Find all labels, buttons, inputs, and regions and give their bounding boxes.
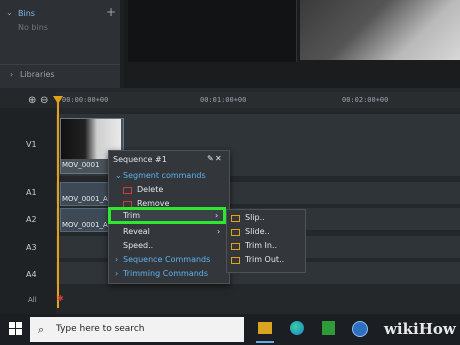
track-a3[interactable]: A3 xyxy=(26,243,37,252)
program-viewer xyxy=(300,0,460,60)
submenu-item-trim-in[interactable]: Trim In.. xyxy=(245,241,277,250)
zoom-in-icon[interactable]: ⊕ xyxy=(28,95,36,106)
divider xyxy=(0,64,120,65)
track-headers: V1 A1 A2 A3 A4 All xyxy=(0,108,56,314)
segment-commands-header[interactable]: Segment commands xyxy=(123,171,206,180)
marker-icon: ✱ xyxy=(57,294,64,303)
playhead[interactable] xyxy=(57,98,59,308)
chevron-right-icon[interactable]: › xyxy=(10,70,13,79)
menu-title: Sequence #1 xyxy=(113,155,167,164)
submenu-item-slip[interactable]: Slip.. xyxy=(245,213,265,222)
clip-label: MOV_0001 xyxy=(62,161,100,169)
track-v1[interactable]: V1 xyxy=(26,140,37,149)
menu-item-trim[interactable]: Trim › xyxy=(108,207,226,224)
audio-clip-a2[interactable]: MOV_0001_A xyxy=(60,208,110,232)
track-a4[interactable]: A4 xyxy=(26,270,37,279)
bins-label[interactable]: Bins xyxy=(18,9,35,18)
timecode-1: 00:01:00+00 xyxy=(200,96,247,104)
chevron-right-icon: › xyxy=(215,211,219,220)
zoom-out-icon[interactable]: ⊖ xyxy=(40,95,48,106)
search-placeholder: Type here to search xyxy=(56,324,145,334)
audio-clip-a1[interactable]: MOV_0001_A xyxy=(60,182,110,206)
trim-in-icon xyxy=(231,243,240,250)
libraries-label[interactable]: Libraries xyxy=(20,70,55,79)
menu-item-delete[interactable]: Delete xyxy=(137,185,163,194)
no-bins-text: No bins xyxy=(18,23,48,32)
trim-submenu: Slip.. Slide.. Trim In.. Trim Out.. xyxy=(226,209,306,273)
submenu-item-trim-out[interactable]: Trim Out.. xyxy=(245,255,284,264)
trim-out-icon xyxy=(231,257,240,264)
chevron-right-icon[interactable]: › xyxy=(115,255,118,264)
clip-label-a1: MOV_0001_A xyxy=(62,195,108,203)
timecode-0: 00:00:00+00 xyxy=(62,96,109,104)
menu-item-reveal[interactable]: Reveal xyxy=(123,227,150,236)
menu-item-trim-label: Trim xyxy=(123,211,141,220)
sequence-commands-header[interactable]: Sequence Commands xyxy=(123,255,210,264)
submenu-item-slide[interactable]: Slide.. xyxy=(245,227,270,236)
bins-panel: ⌄ Bins + No bins › Libraries xyxy=(0,0,120,88)
slide-icon xyxy=(231,229,240,236)
taskbar-search[interactable]: ⌕ Type here to search xyxy=(30,317,244,342)
active-indicator xyxy=(256,341,274,343)
slip-icon xyxy=(231,215,240,222)
sheets-icon[interactable] xyxy=(322,321,335,335)
chevron-down-icon[interactable]: ⌄ xyxy=(6,8,13,17)
wikihow-watermark: wikiHow xyxy=(384,320,456,338)
pin-icon[interactable]: ✎ xyxy=(207,154,214,163)
menu-item-speed[interactable]: Speed.. xyxy=(123,241,153,250)
search-icon: ⌕ xyxy=(38,323,45,336)
delete-icon xyxy=(123,187,132,194)
source-viewer xyxy=(128,0,297,62)
edge-icon[interactable] xyxy=(290,321,304,335)
timecode-2: 00:02:00+00 xyxy=(342,96,389,104)
timecode-ruler[interactable]: 00:00:00+00 00:01:00+00 00:02:00+00 xyxy=(56,92,460,108)
add-bin-icon[interactable]: + xyxy=(106,5,116,19)
track-all[interactable]: All xyxy=(28,296,37,304)
app-icon[interactable] xyxy=(352,321,368,337)
chevron-down-icon[interactable]: ⌄ xyxy=(115,171,122,180)
track-a1[interactable]: A1 xyxy=(26,188,37,197)
chevron-right-icon[interactable]: › xyxy=(115,269,118,278)
file-explorer-icon[interactable] xyxy=(258,322,272,334)
windows-start-icon[interactable] xyxy=(9,322,23,336)
close-icon[interactable]: ✕ xyxy=(215,154,222,163)
chevron-right-icon: › xyxy=(217,227,221,236)
clip-label-a2: MOV_0001_A xyxy=(62,221,108,229)
track-a2[interactable]: A2 xyxy=(26,215,37,224)
trimming-commands-header[interactable]: Trimming Commands xyxy=(123,269,208,278)
